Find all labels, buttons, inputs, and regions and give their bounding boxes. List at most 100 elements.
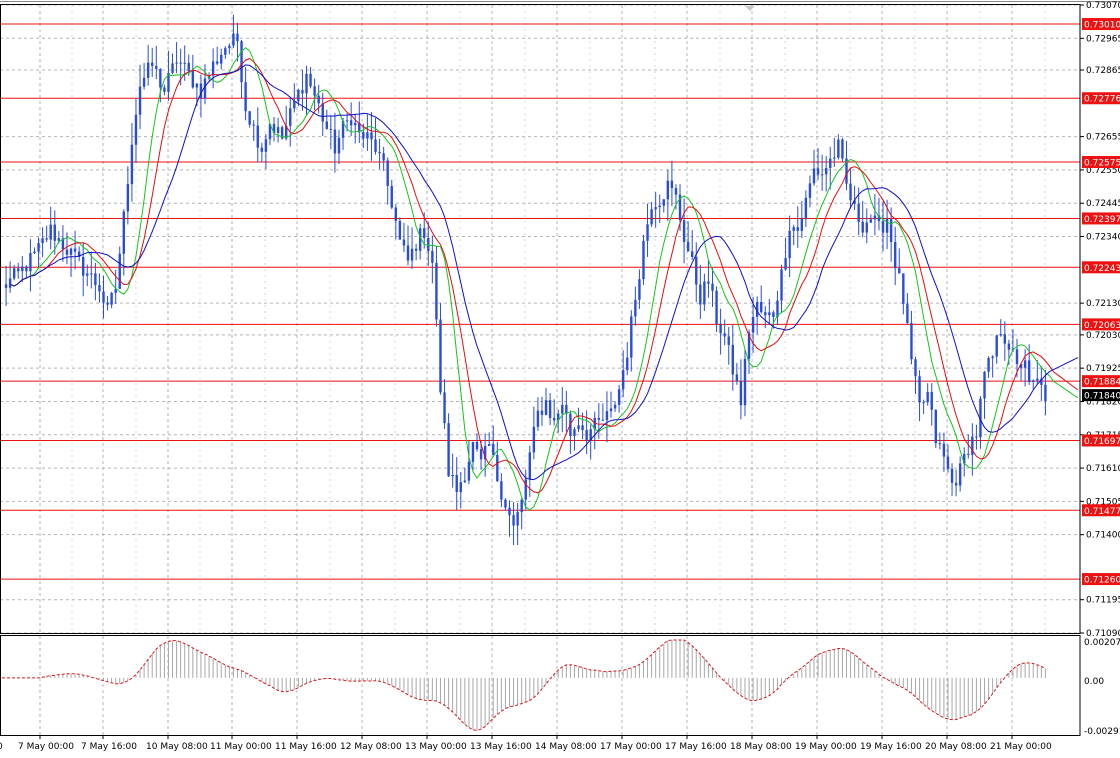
candle-body [447, 423, 450, 477]
price-tick-label: 0.72965 [1086, 34, 1120, 44]
candle-body [264, 139, 268, 152]
candle-body [613, 404, 617, 409]
candle-body [975, 436, 978, 438]
candle-body [764, 312, 767, 316]
candle-body [1027, 360, 1031, 382]
candle-body [1044, 384, 1047, 401]
candle-body [950, 468, 954, 483]
candle-body [934, 409, 937, 444]
time-tick-label: 17 May 16:00 [665, 742, 727, 752]
candle-body [69, 248, 73, 255]
candle-body [739, 381, 743, 406]
candle-body [617, 389, 621, 405]
candle-body [719, 324, 722, 334]
candle-body [504, 499, 507, 508]
level-price-label: 0.72776 [1084, 95, 1120, 105]
time-tick-label: 13 May 16:00 [470, 742, 532, 752]
candle-body [309, 73, 312, 87]
candle-body [548, 400, 552, 419]
candle-body [528, 452, 531, 480]
candle-body [581, 425, 584, 431]
candle-body [374, 139, 377, 152]
candle-body [488, 444, 491, 446]
candle-body [650, 209, 653, 225]
candle-body [378, 151, 381, 154]
price-tick-label: 0.72655 [1086, 133, 1120, 143]
candle-body [349, 120, 353, 126]
candle-body [171, 63, 174, 73]
candle-body [215, 61, 219, 64]
candle-body [816, 168, 820, 175]
candle-body [106, 302, 109, 305]
candle-body [597, 417, 601, 420]
candle-body [289, 108, 292, 126]
candle-body [800, 218, 804, 231]
candle-body [910, 323, 913, 360]
osc-tick-label: -0.00291 [1084, 727, 1120, 737]
candle-body [398, 220, 402, 240]
candle-body [796, 227, 799, 231]
candle-body [451, 474, 454, 477]
time-tick-label: 14 May 08:00 [535, 742, 597, 752]
level-price-label: 0.72243 [1084, 264, 1120, 274]
candle-body [155, 65, 158, 69]
candle-body [187, 62, 190, 71]
candle-body [873, 215, 877, 220]
candle-body [898, 268, 901, 274]
candle-body [889, 219, 893, 243]
candle-body [12, 268, 16, 279]
time-tick-label: 20 May 08:00 [925, 742, 987, 752]
candle-body [824, 168, 828, 175]
candle-body [715, 290, 718, 325]
candle-body [252, 124, 255, 126]
price-tick-label: 0.73070 [1086, 1, 1120, 11]
candle-body [833, 157, 836, 159]
time-tick-label: 11 May 00:00 [210, 742, 272, 752]
candle-body [881, 221, 885, 233]
candle-body [654, 207, 657, 210]
candle-body [552, 418, 556, 421]
candle-body [329, 128, 333, 130]
candle-body [914, 359, 917, 377]
candle-body [305, 73, 308, 94]
candle-body [163, 87, 166, 92]
candle-body [967, 453, 970, 455]
candle-body [435, 262, 438, 320]
candle-body [743, 358, 747, 406]
candle-body [727, 336, 730, 345]
candle-body [946, 456, 950, 469]
candle-body [321, 103, 324, 122]
candle-body [345, 120, 349, 122]
candle-body [293, 101, 296, 109]
candle-body [703, 281, 706, 305]
osc-tick-label: 0.002074 [1084, 638, 1120, 648]
candle-body [540, 410, 544, 415]
candle-body [455, 474, 458, 493]
candle-body [126, 184, 130, 212]
candle-body [240, 41, 243, 83]
candle-body [297, 90, 300, 102]
candle-body [94, 273, 97, 286]
candle-body [849, 183, 852, 201]
candle-body [621, 370, 625, 390]
candle-body [496, 454, 499, 482]
candle-body [784, 258, 787, 270]
candle-body [431, 250, 434, 263]
candle-body [29, 253, 32, 272]
candle-body [475, 441, 479, 450]
candle-body [423, 228, 426, 239]
candle-body [865, 222, 868, 233]
candle-body [991, 356, 994, 358]
candle-body [561, 404, 564, 414]
time-tick-label: 10 May 08:00 [146, 742, 208, 752]
candle-body [983, 371, 986, 399]
time-tick-label: 21 May 00:00 [990, 742, 1052, 752]
candle-body [459, 482, 462, 493]
candle-body [118, 253, 121, 289]
candle-body [516, 512, 519, 526]
candle-body [248, 111, 251, 125]
candle-body [792, 227, 795, 231]
candle-body [390, 185, 393, 208]
osc-tick-label: 0.00 [1084, 677, 1104, 687]
candle-body [382, 153, 385, 161]
